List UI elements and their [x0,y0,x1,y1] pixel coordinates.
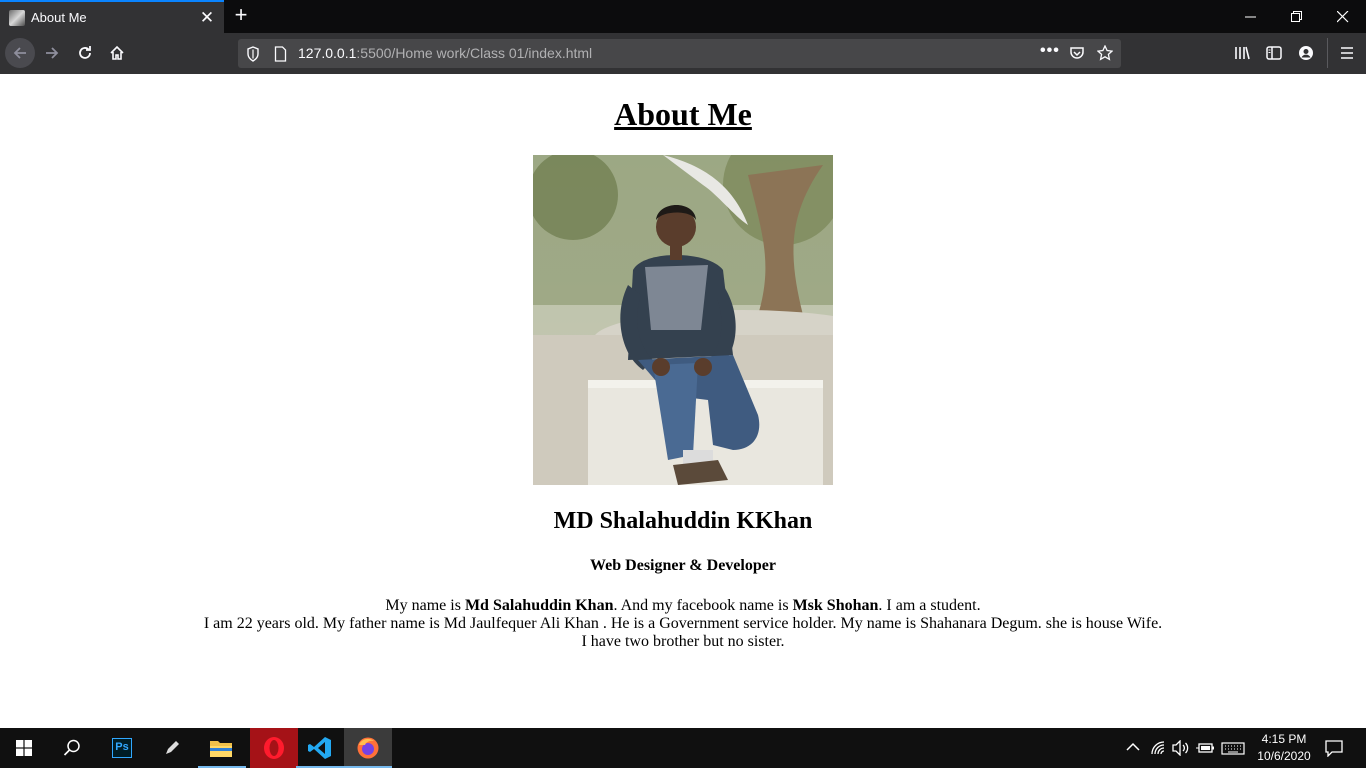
windows-taskbar: Ps 4:15 PM 10/6/2020 [0,728,1366,768]
reload-button[interactable] [70,38,100,68]
taskbar-app-photoshop[interactable]: Ps [98,728,146,768]
home-button[interactable] [102,38,132,68]
url-bar[interactable]: 127.0.0.1:5500/Home work/Class 01/index.… [238,39,1121,68]
vscode-icon [308,737,331,759]
tab-bar: About Me ✕ + [0,0,1366,33]
taskbar-app-opera[interactable] [250,728,298,768]
page-info-icon[interactable] [274,46,287,62]
bio-facebook-name: Msk Shohan [792,597,879,614]
taskbar-app-file-explorer[interactable] [198,728,246,768]
bio-line-2: I am 22 years old. My father name is Md … [203,615,1163,632]
arrow-right-icon [46,47,59,59]
wifi-icon[interactable] [1150,740,1166,756]
library-icon[interactable] [1234,45,1251,61]
photoshop-icon: Ps [112,738,132,758]
job-title: Web Designer & Developer [590,557,776,574]
volume-icon[interactable] [1172,740,1190,756]
sidebar-icon[interactable] [1266,45,1282,61]
close-icon [1337,11,1349,23]
restore-button[interactable] [1274,0,1320,33]
keyboard-icon[interactable] [1221,740,1245,756]
windows-logo-icon [16,740,32,756]
shield-icon[interactable] [246,46,260,62]
firefox-icon [357,737,379,759]
search-button[interactable] [48,728,96,768]
account-icon[interactable] [1298,45,1314,61]
url-host: 127.0.0.1 [298,45,357,61]
forward-button[interactable] [37,38,67,68]
close-window-button[interactable] [1320,0,1366,33]
navigation-toolbar: 127.0.0.1:5500/Home work/Class 01/index.… [0,33,1366,74]
opera-icon [264,737,284,759]
toolbar-separator [1327,38,1328,68]
page-content: About Me MD Shalahuddin KKhan Web Design… [0,74,1366,728]
page-title: About Me [614,96,752,132]
chevron-up-icon[interactable] [1126,740,1140,754]
bio-line-3: I have two brother but no sister. [581,633,785,650]
folder-icon [210,741,232,757]
minimize-button[interactable] [1228,0,1274,33]
arrow-left-icon [13,47,26,59]
back-button[interactable] [5,38,35,68]
notification-icon[interactable] [1325,739,1343,757]
home-icon [110,45,124,60]
hamburger-menu-icon[interactable] [1340,45,1354,61]
reload-icon [79,46,91,59]
taskbar-app-firefox[interactable] [344,728,392,768]
pocket-icon[interactable] [1069,45,1085,61]
restore-icon [1291,11,1302,22]
bio-paragraph: My name is Md Salahuddin Khan. And my fa… [0,597,1366,651]
tab-close-icon[interactable]: ✕ [197,8,217,28]
profile-photo [533,155,833,485]
minimize-icon [1245,16,1256,18]
page-actions-menu-icon[interactable]: ••• [1040,42,1060,60]
start-button[interactable] [0,728,48,768]
bio-line-1: My name is Md Salahuddin Khan. And my fa… [385,597,981,614]
bookmark-star-icon[interactable] [1097,45,1113,61]
url-path: :5500/Home work/Class 01/index.html [356,45,593,61]
search-icon [63,739,80,756]
new-tab-button[interactable]: + [229,4,253,28]
bio-full-name: Md Salahuddin Khan [464,597,614,614]
tab-favicon-icon [9,10,25,26]
taskbar-app-vscode[interactable] [296,728,344,768]
clock-date: 10/6/2020 [1257,749,1311,763]
system-clock[interactable]: 4:15 PM 10/6/2020 [1246,731,1322,765]
profile-photo-image [533,155,833,485]
taskbar-app-pen-tool[interactable] [148,728,196,768]
tab-title: About Me [31,10,87,25]
url-text[interactable]: 127.0.0.1:5500/Home work/Class 01/index.… [298,45,592,61]
pen-icon [166,741,179,754]
person-name: MD Shalahuddin KKhan [553,508,813,534]
clock-time: 4:15 PM [1261,732,1307,746]
tab-about-me[interactable]: About Me ✕ [0,0,224,33]
battery-icon[interactable] [1196,740,1214,756]
